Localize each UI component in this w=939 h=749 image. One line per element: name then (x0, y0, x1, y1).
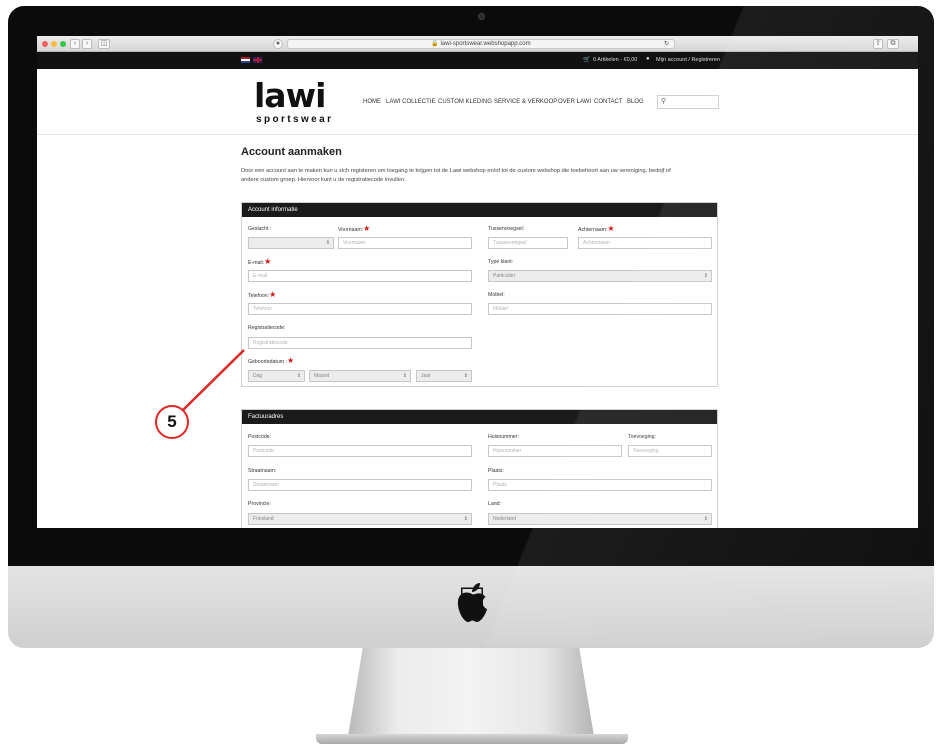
land-select[interactable]: Nederland ⇕ (488, 513, 712, 525)
browser-toolbar: ‹ › ◫ ● 🔒 lawi-sportswear.webshopapp.com… (37, 36, 918, 52)
voornaam-input[interactable]: Voornaam (338, 237, 472, 249)
required-star-icon: ★ (264, 257, 272, 266)
cart-summary[interactable]: 0 Artikelen - €0,00 (593, 57, 637, 63)
nav-collectie[interactable]: LAWI COLLECTIE (386, 99, 435, 105)
registratiecode-label: Registratiecode: (248, 325, 286, 331)
site-topbar: 🛒 0 Artikelen - €0,00 ● Mijn account / R… (37, 52, 918, 69)
dag-select[interactable]: Dag ⇕ (248, 370, 305, 382)
page-title: Account aanmaken (241, 146, 342, 158)
forward-icon[interactable]: › (82, 39, 92, 49)
required-star-icon: ★ (286, 356, 295, 365)
site-logo[interactable]: lawi (254, 79, 326, 113)
shield-icon[interactable]: ● (273, 39, 283, 49)
email-label: E-mail:★ (248, 257, 272, 267)
nav-custom-kleding[interactable]: CUSTOM KLEDING (438, 99, 492, 105)
nav-contact[interactable]: CONTACT (594, 99, 623, 105)
select-arrow-icon: ⇕ (325, 240, 330, 246)
telefoon-input[interactable]: Telefoon (248, 303, 472, 315)
imac-stand-foot (316, 734, 628, 744)
geslacht-select[interactable]: ⇕ (248, 237, 334, 249)
cart-icon[interactable]: 🛒 (583, 56, 590, 63)
required-star-icon: ★ (363, 224, 371, 233)
site-header: lawi sportswear HOME LAWI COLLECTIE CUST… (37, 69, 918, 135)
achternaam-label: Achternaam:★ (578, 224, 615, 234)
nav-blog[interactable]: BLOG (627, 99, 644, 105)
apple-logo-shape (457, 583, 487, 622)
land-label: Land: (488, 501, 501, 507)
tussenvoegsel-input[interactable]: Tussenvoegsel (488, 237, 568, 249)
toevoeging-label: Toevoeging: (628, 434, 656, 440)
intro-text-line1: Door een account aan te maken kun u zich… (241, 168, 671, 174)
lock-icon: 🔒 (431, 41, 439, 47)
telefoon-label: Telefoon:★ (248, 290, 277, 300)
nl-flag-icon[interactable] (241, 57, 250, 63)
jaar-select[interactable]: Jaar ⇕ (416, 370, 472, 382)
type-klant-select[interactable]: Particulier ⇕ (488, 270, 712, 282)
plaats-input[interactable]: Plaats (488, 479, 712, 491)
zoom-window-button[interactable] (60, 41, 66, 47)
required-star-icon: ★ (269, 290, 277, 299)
provincie-select[interactable]: Friesland ⇕ (248, 513, 472, 525)
uk-flag-icon[interactable] (253, 57, 262, 63)
mobiel-input[interactable]: Mobiel (488, 303, 712, 315)
close-window-button[interactable] (42, 41, 48, 47)
toevoeging-input[interactable]: Toevoeging (628, 445, 712, 457)
imac-stand (348, 648, 594, 736)
mobiel-label: Mobiel: (488, 292, 505, 298)
provincie-label: Provincie: (248, 501, 271, 507)
postcode-input[interactable]: Postcode (248, 445, 472, 457)
voornaam-label: Voornaam:★ (338, 224, 371, 234)
achternaam-input[interactable]: Achternaam (578, 237, 712, 249)
sidebar-icon[interactable]: ◫ (98, 39, 110, 49)
tussenvoegsel-label: Tussenvoegsel: (488, 226, 525, 232)
straatnaam-input[interactable]: Straatnaam (248, 479, 472, 491)
straatnaam-label: Straatnaam: (248, 468, 277, 474)
registratiecode-input[interactable]: Registratiecode (248, 337, 472, 349)
postcode-label: Postcode: (248, 434, 272, 440)
plaats-label: Plaats: (488, 468, 504, 474)
site-logo-subtitle: sportswear (256, 114, 334, 125)
search-input[interactable]: ⚲ (657, 95, 719, 109)
reload-icon[interactable]: ↻ (664, 40, 669, 49)
share-icon[interactable]: ⇧ (873, 39, 883, 49)
url-bar[interactable]: 🔒 lawi-sportswear.webshopapp.com ↻ (287, 39, 675, 49)
search-icon[interactable]: ⚲ (661, 97, 666, 105)
geslacht-label: Geslacht : (248, 226, 272, 232)
nav-home[interactable]: HOME (363, 99, 381, 105)
geboortedatum-label: Geboortedatum :★ (248, 356, 295, 366)
back-icon[interactable]: ‹ (70, 39, 80, 49)
user-icon: ● (646, 56, 650, 62)
select-arrow-icon: ⇕ (703, 273, 708, 279)
callout-number-badge: 5 (155, 405, 189, 439)
select-arrow-icon: ⇕ (463, 516, 468, 522)
maand-select[interactable]: Maand ⇕ (309, 370, 411, 382)
required-star-icon: ★ (607, 224, 615, 233)
email-input[interactable]: E-mail (248, 270, 472, 282)
huisnummer-label: Huisnummer: (488, 434, 519, 440)
account-link[interactable]: Mijn account / Registreren (656, 57, 720, 63)
type-klant-label: Type klant: (488, 259, 514, 265)
factuuradres-section: Factuuradres Postcode: Postcode Huisnumm… (241, 409, 718, 528)
minimize-window-button[interactable] (51, 41, 57, 47)
section-header: Account informatie (242, 203, 717, 217)
nav-service[interactable]: SERVICE & VERKOOP (494, 99, 557, 105)
select-arrow-icon: ⇕ (463, 373, 468, 379)
url-text: lawi-sportswear.webshopapp.com (440, 41, 531, 47)
select-arrow-icon: ⇕ (703, 516, 708, 522)
nav-over-lawi[interactable]: OVER LAWI (558, 99, 591, 105)
account-info-section: Account informatie Geslacht : ⇕ Voornaam… (241, 202, 718, 387)
huisnummer-input[interactable]: Huisnummer (488, 445, 622, 457)
intro-text-line2: andere custom groep. Hiervoor kunt u de … (241, 177, 406, 183)
select-arrow-icon: ⇕ (402, 373, 407, 379)
select-arrow-icon: ⇕ (296, 373, 301, 379)
camera-icon (478, 13, 485, 20)
screen: ‹ › ◫ ● 🔒 lawi-sportswear.webshopapp.com… (37, 36, 918, 528)
section-header: Factuuradres (242, 410, 717, 424)
tabs-icon[interactable]: ⧉ (887, 39, 899, 49)
